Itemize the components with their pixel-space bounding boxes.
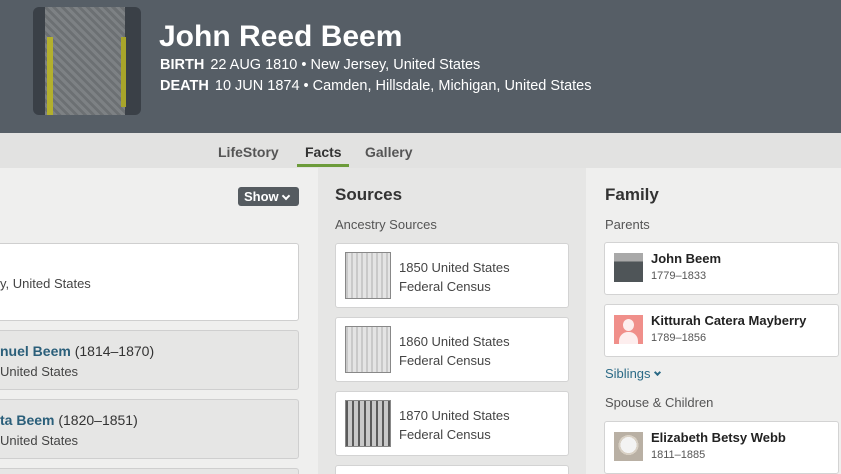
source-text: 1870 United States Federal Census xyxy=(399,406,510,444)
fact-event-card[interactable]: nuel Beem (1814–1870) United States xyxy=(0,330,299,390)
fact-event-card[interactable] xyxy=(0,468,299,474)
headstone-moss-left xyxy=(47,37,53,115)
birth-label: BIRTH xyxy=(160,57,205,73)
source-title-line1: 1860 United States xyxy=(399,334,510,349)
tab-gallery[interactable]: Gallery xyxy=(365,144,412,160)
parent-card[interactable]: John Beem 1779–1833 xyxy=(604,242,839,295)
person-card-name: John Beem xyxy=(651,251,722,266)
birth-fact: BIRTH 22 AUG 1810 • New Jersey, United St… xyxy=(160,57,480,73)
tab-facts[interactable]: Facts xyxy=(305,144,342,160)
death-fact: DEATH 10 JUN 1874 • Camden, Hillsdale, Mi… xyxy=(160,78,592,94)
silhouette-head xyxy=(623,319,634,331)
tab-lifestory[interactable]: LifeStory xyxy=(218,144,279,160)
death-label: DEATH xyxy=(160,78,209,94)
source-card[interactable]: 1860 United States Federal Census xyxy=(335,317,569,382)
relative-years: (1820–1851) xyxy=(58,412,138,428)
birth-fact-card[interactable]: y, United States xyxy=(0,243,299,321)
parent-card[interactable]: Kitturah Catera Mayberry 1789–1856 xyxy=(604,304,839,357)
person-silhouette-icon xyxy=(614,315,643,344)
source-text: 1850 United States Federal Census xyxy=(399,258,510,296)
relative-years: (1814–1870) xyxy=(74,343,155,359)
source-title-line1: 1850 United States xyxy=(399,260,510,275)
death-value: 10 JUN 1874 • Camden, Hillsdale, Michiga… xyxy=(214,78,592,94)
siblings-label: Siblings xyxy=(605,366,651,381)
ancestry-sources-label: Ancestry Sources xyxy=(335,217,437,232)
person-card-name: Elizabeth Betsy Webb xyxy=(651,430,786,445)
spouse-card[interactable]: Elizabeth Betsy Webb 1811–1885 xyxy=(604,421,839,474)
source-title-line2: Federal Census xyxy=(399,427,491,442)
source-title-line2: Federal Census xyxy=(399,279,491,294)
family-column: Family Parents John Beem 1779–1833 Kittu… xyxy=(586,168,841,474)
fact-event-card[interactable]: ta Beem (1820–1851) United States xyxy=(0,399,299,459)
sources-column: Sources Ancestry Sources 1850 United Sta… xyxy=(318,168,586,474)
headstone-moss-right xyxy=(121,37,126,107)
census-thumbnail xyxy=(345,252,391,299)
fact-event-place: United States xyxy=(0,364,79,379)
silhouette-body xyxy=(619,332,638,344)
show-button[interactable]: Show xyxy=(238,187,299,206)
person-name: John Reed Beem xyxy=(159,20,403,53)
person-card-dates: 1811–1885 xyxy=(651,449,706,461)
relative-link[interactable]: nuel Beem xyxy=(0,343,71,359)
headstone-image xyxy=(45,7,125,115)
tab-bar: LifeStory Facts Gallery xyxy=(0,133,841,168)
chevron-down-icon xyxy=(281,191,290,201)
person-photo xyxy=(614,253,643,282)
person-card-dates: 1779–1833 xyxy=(651,270,707,282)
person-photo xyxy=(614,432,643,461)
profile-photo[interactable] xyxy=(33,7,141,115)
person-card-name: Kitturah Catera Mayberry xyxy=(651,313,807,328)
parents-label: Parents xyxy=(605,217,650,232)
fact-event-title: ta Beem (1820–1851) xyxy=(0,412,138,428)
siblings-toggle[interactable]: Siblings xyxy=(605,366,661,381)
source-title-line1: 1870 United States xyxy=(399,408,510,423)
fact-event-title: nuel Beem (1814–1870) xyxy=(0,343,154,359)
profile-header: John Reed Beem BIRTH 22 AUG 1810 • New Je… xyxy=(0,0,841,133)
person-card-dates: 1789–1856 xyxy=(651,332,707,344)
birth-place-text: y, United States xyxy=(0,276,91,291)
show-button-label: Show xyxy=(244,189,279,204)
fact-event-place: United States xyxy=(0,433,79,448)
sources-title: Sources xyxy=(335,185,403,204)
facts-column: Show y, United States nuel Beem (1814–18… xyxy=(0,168,318,474)
spouse-children-label: Spouse & Children xyxy=(605,395,714,410)
relative-link[interactable]: ta Beem xyxy=(0,412,54,428)
chevron-down-icon xyxy=(653,368,661,377)
source-text: 1860 United States Federal Census xyxy=(399,332,510,370)
census-thumbnail xyxy=(345,400,391,447)
active-tab-indicator xyxy=(297,164,349,167)
family-title: Family xyxy=(605,185,659,204)
source-title-line2: Federal Census xyxy=(399,353,491,368)
source-card[interactable] xyxy=(335,465,569,474)
source-card[interactable]: 1850 United States Federal Census xyxy=(335,243,569,308)
birth-value: 22 AUG 1810 • New Jersey, United States xyxy=(210,57,481,73)
source-card[interactable]: 1870 United States Federal Census xyxy=(335,391,569,456)
census-thumbnail xyxy=(345,326,391,373)
